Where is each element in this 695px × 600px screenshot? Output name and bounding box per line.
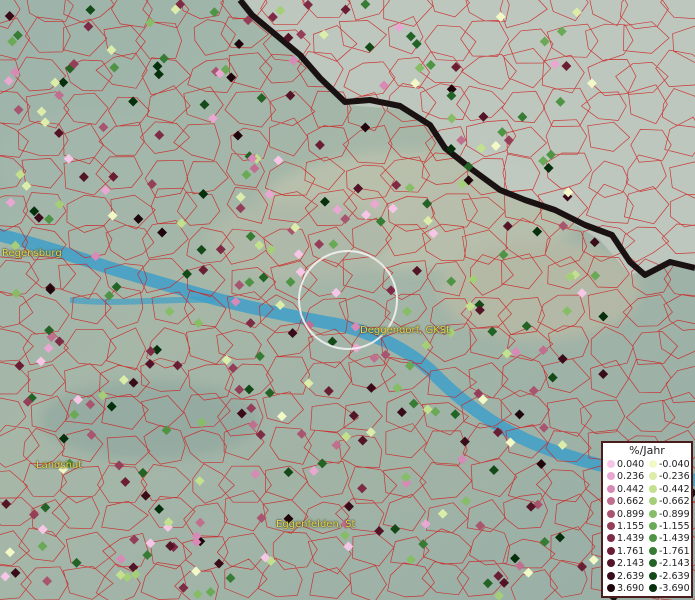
place-label-regensburg[interactable]: Regensburg xyxy=(2,248,62,259)
place-label-deggendorf[interactable]: Deggendorf, GKSt xyxy=(360,325,450,336)
place-label-eggenfelden[interactable]: Eggenfelden, St xyxy=(276,519,355,530)
legend-entry-negative: -0.899 xyxy=(649,509,690,520)
legend-entry-negative: -2.143 xyxy=(649,558,690,569)
map-canvas[interactable] xyxy=(0,0,695,600)
legend-swatch xyxy=(607,534,615,543)
legend-value: 2.639 xyxy=(617,570,645,582)
legend-value: -2.143 xyxy=(659,558,690,570)
legend-swatch xyxy=(607,522,615,530)
legend-value: -1.155 xyxy=(659,521,690,532)
legend-entry-negative: -1.439 xyxy=(649,533,690,544)
legend-value: -0.442 xyxy=(659,483,690,495)
place-label-landshut[interactable]: Landshut xyxy=(36,460,82,471)
legend-swatch xyxy=(649,559,657,568)
legend-value: 0.236 xyxy=(617,471,645,483)
legend-value: -1.439 xyxy=(659,533,690,545)
river-isar xyxy=(69,296,216,305)
legend-entry-negative: -0.662 xyxy=(649,496,690,507)
legend-value: -3.690 xyxy=(659,583,690,594)
legend-entry-positive: 2.143 xyxy=(607,558,644,569)
legend-swatch xyxy=(607,584,615,592)
legend-entry-positive: 1.761 xyxy=(607,546,644,557)
legend-value: 1.761 xyxy=(617,545,645,557)
legend-title: %/Jahr xyxy=(629,444,665,457)
legend-swatch xyxy=(649,584,657,592)
legend-entry-negative: -0.442 xyxy=(649,484,690,495)
legend-entry-negative: -0.040 xyxy=(649,459,690,470)
legend-entry-positive: 1.155 xyxy=(607,521,644,532)
legend-swatch xyxy=(649,460,657,468)
legend-entry-positive: 1.439 xyxy=(607,533,644,544)
legend-entry-negative: -0.236 xyxy=(649,471,690,482)
legend-swatch xyxy=(649,534,657,543)
legend-value: -2.639 xyxy=(659,570,690,582)
legend-swatch xyxy=(607,472,615,481)
legend-value: -0.040 xyxy=(659,459,690,470)
legend-entry-negative: -3.690 xyxy=(649,583,690,594)
legend-swatch xyxy=(607,509,615,518)
legend-swatch xyxy=(649,472,657,481)
legend-entry-positive: 0.236 xyxy=(607,471,644,482)
legend-swatch xyxy=(607,460,615,468)
legend-entry-negative: -1.155 xyxy=(649,521,690,532)
legend-entry-positive: 0.040 xyxy=(607,459,644,470)
legend-swatch xyxy=(649,484,657,493)
legend-entry-negative: -2.639 xyxy=(649,571,690,582)
legend-value: 2.143 xyxy=(617,558,645,570)
legend-value: 1.439 xyxy=(617,533,645,545)
legend-value: 0.662 xyxy=(617,496,645,508)
legend-swatch xyxy=(649,571,657,580)
legend-entry-positive: 2.639 xyxy=(607,571,644,582)
legend-value: -0.662 xyxy=(659,496,690,508)
legend-value: -1.761 xyxy=(659,545,690,557)
legend-entry-positive: 3.690 xyxy=(607,583,644,594)
legend-swatch xyxy=(649,546,657,555)
legend-swatch xyxy=(607,484,615,493)
legend-value: -0.899 xyxy=(659,508,690,520)
legend-entry-negative: -1.761 xyxy=(649,546,690,557)
legend-swatch xyxy=(649,509,657,518)
legend-swatch xyxy=(607,546,615,555)
legend-swatch xyxy=(607,497,615,506)
legend-swatch xyxy=(649,522,657,530)
legend-value: -0.236 xyxy=(659,471,690,483)
legend-swatch xyxy=(607,571,615,580)
legend-value: 0.040 xyxy=(617,459,645,470)
legend-entry-positive: 0.899 xyxy=(607,509,644,520)
legend-value: 0.442 xyxy=(617,483,645,495)
legend: %/Jahr 0.040 -0.040 0.236 -0.236 0.442 -0.442… xyxy=(601,441,693,598)
legend-value: 1.155 xyxy=(617,521,645,532)
legend-entry-positive: 0.442 xyxy=(607,484,644,495)
legend-entry-positive: 0.662 xyxy=(607,496,644,507)
legend-value: 0.899 xyxy=(617,508,645,520)
legend-value: 3.690 xyxy=(617,583,645,594)
legend-swatch xyxy=(607,559,615,568)
legend-swatch xyxy=(649,497,657,506)
